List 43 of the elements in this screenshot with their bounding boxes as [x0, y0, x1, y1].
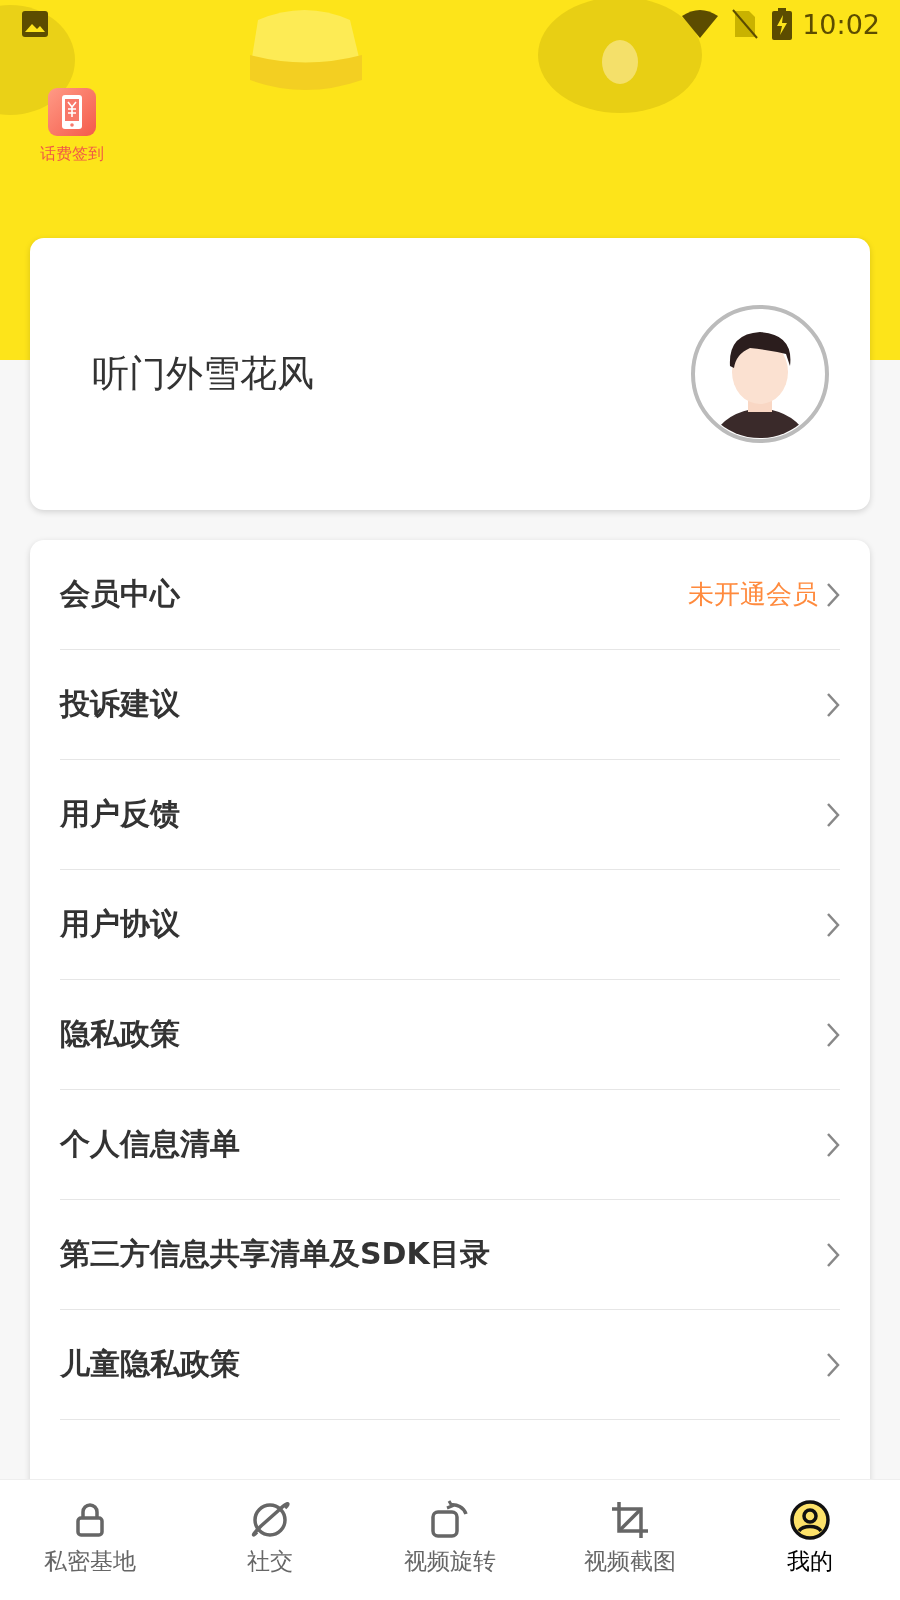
chevron-right-icon — [826, 1131, 840, 1158]
user-icon — [790, 1500, 830, 1540]
chevron-right-icon — [826, 581, 840, 608]
tab-item[interactable]: 视频旋转 — [360, 1480, 540, 1600]
menu-row[interactable]: 第三方信息共享清单及SDK目录 — [60, 1200, 840, 1310]
menu-value: 未开通会员 — [688, 578, 818, 611]
rotate-icon — [430, 1500, 470, 1540]
clock-time: 10:02 — [802, 8, 880, 40]
tab-item[interactable]: 私密基地 — [0, 1480, 180, 1600]
tab-item[interactable]: 视频截图 — [540, 1480, 720, 1600]
planet-icon — [249, 1500, 291, 1540]
menu-label: 隐私政策 — [60, 1015, 181, 1053]
no-sim-icon — [732, 9, 759, 39]
menu-label: 用户反馈 — [60, 795, 181, 833]
menu-row[interactable]: 会员中心 未开通会员 — [60, 540, 840, 650]
image-icon — [22, 11, 48, 37]
wifi-icon — [682, 10, 719, 38]
chevron-right-icon — [826, 1021, 840, 1048]
menu-row[interactable]: 用户协议 — [60, 870, 840, 980]
tab-item[interactable]: 我的 — [720, 1480, 900, 1600]
avatar-icon[interactable] — [690, 304, 830, 444]
chevron-right-icon — [826, 691, 840, 718]
menu-label: 会员中心 — [60, 575, 181, 613]
battery-charging-icon — [772, 8, 793, 40]
menu-row[interactable]: 投诉建议 — [60, 650, 840, 760]
tab-item[interactable]: 社交 — [180, 1480, 360, 1600]
menu-label: 第三方信息共享清单及SDK目录 — [60, 1235, 491, 1273]
menu-row[interactable]: 儿童隐私政策 — [60, 1310, 840, 1420]
menu-label: 儿童隐私政策 — [60, 1345, 241, 1383]
menu-label: 个人信息清单 — [60, 1125, 241, 1163]
chevron-right-icon — [826, 1351, 840, 1378]
lock-icon — [75, 1502, 105, 1538]
chevron-right-icon — [826, 911, 840, 938]
phone-yuan-icon — [48, 88, 96, 136]
chevron-right-icon — [826, 1241, 840, 1268]
chevron-right-icon — [826, 801, 840, 828]
menu-label: 投诉建议 — [60, 685, 181, 723]
user-name: 听门外雪花风 — [92, 351, 315, 397]
menu-row[interactable]: 隐私政策 — [60, 980, 840, 1090]
menu-row[interactable]: 用户反馈 — [60, 760, 840, 870]
menu-row[interactable]: 个人信息清单 — [60, 1090, 840, 1200]
crop-icon — [611, 1501, 649, 1539]
menu-label: 用户协议 — [60, 905, 181, 943]
